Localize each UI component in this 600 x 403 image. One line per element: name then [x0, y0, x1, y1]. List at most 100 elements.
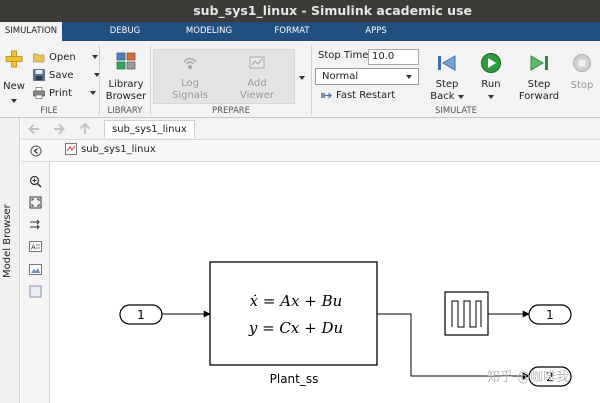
zoom-icon[interactable] [29, 175, 42, 188]
tab-modeling[interactable]: MODELING [178, 22, 240, 41]
model-path[interactable]: sub_sys1_linux [65, 143, 156, 155]
fast-restart-button[interactable]: Fast Restart [320, 89, 395, 101]
open-dropdown-icon [91, 55, 98, 59]
arrow-route-icon[interactable] [29, 218, 42, 231]
window-title: sub_sys1_linux - Simulink academic use [193, 3, 472, 18]
save-label: Save [49, 69, 74, 81]
new-dropdown-icon [11, 99, 17, 103]
save-button[interactable]: Save [33, 69, 100, 81]
step-back-icon [438, 55, 456, 71]
library-browser-icon [116, 52, 136, 70]
stop-time-input[interactable]: 10.0 [368, 49, 419, 65]
pulse-generator-block[interactable] [444, 291, 489, 336]
new-button[interactable]: New [2, 49, 26, 107]
add-viewer-label-1: Add [247, 78, 267, 89]
prepare-group-label: PREPARE [211, 106, 251, 116]
ribbon: New Open Save Print FILE Library Browser… [0, 41, 600, 118]
watermark: 知乎 @咖啡我 [487, 370, 570, 385]
output-equation: y = Cx + Du [248, 319, 343, 337]
library-browser-label-1: Library [108, 79, 144, 90]
area-icon[interactable] [29, 285, 42, 298]
model-browser-strip[interactable]: Model Browser [0, 118, 20, 403]
stop-label: Stop [570, 80, 594, 91]
stop-icon [573, 54, 591, 72]
add-viewer-label-2: Viewer [240, 90, 274, 101]
outport-number: 1 [546, 308, 554, 322]
open-button[interactable]: Open [33, 51, 98, 63]
prepare-gallery-expand[interactable] [297, 72, 307, 84]
folder-open-icon [33, 53, 45, 63]
simulation-mode-value: Normal [322, 71, 359, 82]
navigation-bar: sub_sys1_linux [21, 118, 600, 140]
chevron-down-icon [299, 76, 305, 80]
image-icon[interactable] [29, 263, 42, 276]
step-forward-label-2: Forward [518, 91, 560, 102]
step-back-dropdown-icon [457, 95, 464, 99]
log-signals-label-2: Signals [172, 90, 208, 101]
title-bar: sub_sys1_linux - Simulink academic use [0, 0, 600, 22]
ribbon-tab-bar: SIMULATION DEBUG MODELING FORMAT APPS [0, 22, 600, 41]
library-browser-button[interactable]: Library Browser [104, 52, 148, 103]
run-button[interactable]: Run [473, 52, 509, 103]
tab-simulation[interactable]: SIMULATION [0, 22, 62, 41]
model-tab[interactable]: sub_sys1_linux [104, 120, 195, 138]
group-divider [311, 45, 312, 115]
fast-restart-label: Fast Restart [336, 89, 396, 101]
fast-restart-icon [321, 92, 332, 99]
file-group-label: FILE [40, 106, 58, 116]
step-forward-button[interactable]: Step Forward [518, 53, 560, 103]
step-forward-icon [530, 55, 548, 71]
new-icon [5, 50, 23, 68]
inport-number: 1 [137, 308, 145, 322]
block-name-label[interactable]: Plant_ss [270, 372, 319, 386]
run-dropdown-icon [488, 95, 494, 99]
tool-palette: A [21, 162, 50, 403]
log-signals-button[interactable]: Log Signals [168, 54, 212, 102]
print-label: Print [49, 87, 73, 99]
chevron-down-icon [406, 75, 412, 79]
model-browser-label: Model Browser [2, 204, 13, 278]
library-group-label: LIBRARY [107, 106, 143, 116]
state-equation: ẋ = Ax + Bu [250, 292, 343, 310]
step-back-button[interactable]: Step Back [428, 53, 466, 103]
stop-button[interactable]: Stop [568, 53, 596, 92]
step-back-label-2: Back [428, 91, 466, 103]
step-back-label-text: Back [430, 91, 455, 102]
fit-to-view-icon[interactable] [29, 196, 42, 209]
print-dropdown-icon [90, 91, 97, 95]
address-bar: sub_sys1_linux [21, 140, 600, 162]
tab-format[interactable]: FORMAT [266, 22, 318, 41]
print-button[interactable]: Print [33, 87, 97, 99]
inport-block[interactable]: 1 [119, 304, 163, 325]
new-label: New [3, 81, 25, 92]
log-signals-label-1: Log [181, 78, 199, 89]
run-label: Run [481, 79, 501, 90]
run-icon [481, 53, 501, 73]
simulation-mode-select[interactable]: Normal [315, 68, 419, 85]
tab-debug[interactable]: DEBUG [96, 22, 154, 41]
step-back-label-1: Step [435, 79, 459, 90]
step-forward-label-1: Step [527, 79, 551, 90]
annotation-icon[interactable]: A [29, 240, 42, 253]
hide-browser-icon[interactable] [30, 145, 42, 157]
back-arrow-icon[interactable] [27, 122, 41, 136]
group-divider [99, 45, 100, 115]
state-space-block[interactable]: ẋ = Ax + Bu y = Cx + Du [209, 261, 378, 366]
up-arrow-icon[interactable] [78, 121, 92, 136]
group-divider [150, 45, 151, 115]
open-label: Open [49, 51, 76, 63]
simulate-group-label: SIMULATE [434, 106, 478, 116]
model-icon [65, 143, 77, 155]
outport-block[interactable]: 1 [528, 304, 572, 325]
stop-time-label: Stop Time [318, 50, 369, 61]
forward-arrow-icon[interactable] [52, 122, 66, 136]
tab-apps[interactable]: APPS [354, 22, 398, 41]
add-viewer-button[interactable]: Add Viewer [235, 54, 279, 102]
svg-text:A: A [31, 244, 36, 252]
save-icon [33, 69, 45, 81]
add-viewer-icon [249, 56, 265, 69]
log-signals-icon [183, 57, 197, 69]
library-browser-label-2: Browser [105, 91, 147, 102]
printer-icon [33, 87, 45, 99]
model-path-label: sub_sys1_linux [81, 143, 156, 155]
